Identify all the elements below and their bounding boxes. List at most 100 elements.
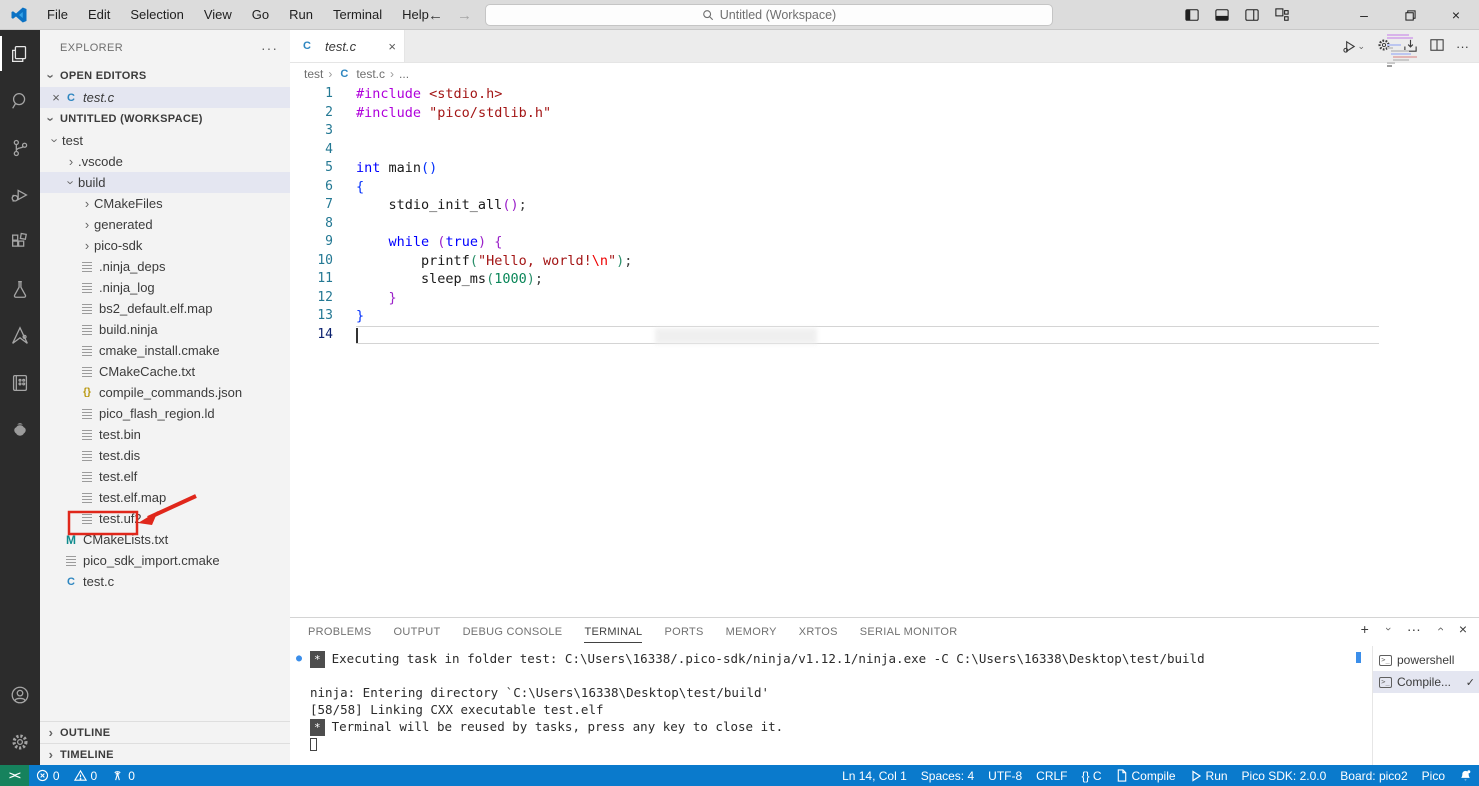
run-and-debug-icon[interactable] [0, 171, 40, 218]
raspberry-pi-icon[interactable] [0, 406, 40, 453]
status-item-compile[interactable]: Compile [1109, 765, 1183, 786]
settings-gear-icon[interactable] [0, 718, 40, 765]
toggle-panel-icon[interactable] [1215, 8, 1229, 22]
tree-folder-cmakefiles[interactable]: › CMakeFiles [40, 193, 290, 214]
status-item-pico-sdk-2-0-0[interactable]: Pico SDK: 2.0.0 [1235, 765, 1334, 786]
code-line-3[interactable]: 3 [290, 122, 1479, 141]
tree-file-pico-sdk-import-cmake[interactable]: pico_sdk_import.cmake [40, 550, 290, 571]
code-line-10[interactable]: 10 printf("Hello, world!\n"); [290, 252, 1479, 271]
panel-tab-serial-monitor[interactable]: SERIAL MONITOR [860, 621, 958, 643]
minimize-button[interactable]: – [1341, 0, 1387, 30]
extensions-icon[interactable] [0, 218, 40, 265]
tree-file-pico-flash-region-ld[interactable]: pico_flash_region.ld [40, 403, 290, 424]
tree-file-test-c[interactable]: Ctest.c [40, 571, 290, 592]
status-item-pico[interactable]: Pico [1415, 765, 1452, 786]
code-line-6[interactable]: 6{ [290, 178, 1479, 197]
panel-tab-xrtos[interactable]: XRTOS [799, 621, 838, 643]
maximize-panel-icon[interactable]: › [1433, 622, 1447, 636]
status-item-0[interactable]: 0 [104, 765, 142, 786]
tree-file--ninja-deps[interactable]: .ninja_deps [40, 256, 290, 277]
explorer-icon[interactable] [0, 30, 40, 77]
tree-file-test-elf-map[interactable]: test.elf.map [40, 487, 290, 508]
tab-close-icon[interactable]: × [388, 39, 396, 54]
tree-folder--vscode[interactable]: › .vscode [40, 151, 290, 172]
code-line-8[interactable]: 8 [290, 215, 1479, 234]
code-line-2[interactable]: 2 #include "pico/stdlib.h" [290, 104, 1479, 123]
customize-layout-icon[interactable] [1275, 8, 1289, 22]
tree-file-compile-commands-json[interactable]: {} compile_commands.json [40, 382, 290, 403]
code-editor[interactable]: 1 #include <stdio.h> 2 #include "pico/stdli… [290, 85, 1479, 617]
accounts-icon[interactable] [0, 671, 40, 718]
code-line-9[interactable]: 9 while (true) { [290, 233, 1479, 252]
menu-view[interactable]: View [195, 4, 241, 25]
terminal-dropdown-icon[interactable]: › [1382, 622, 1394, 636]
menu-edit[interactable]: Edit [79, 4, 119, 25]
breadcrumb[interactable]: test › C test.c › ... [290, 63, 1479, 85]
terminal-instance-compile-[interactable]: >_ Compile... ✓ [1373, 671, 1479, 693]
terminal-output[interactable]: ● * Executing task in folder test: C:\User… [290, 646, 1355, 765]
timeline-section[interactable]: › TIMELINE [40, 743, 290, 765]
code-line-1[interactable]: 1 #include <stdio.h> [290, 85, 1479, 104]
restore-button[interactable] [1387, 0, 1433, 30]
panel-tab-ports[interactable]: PORTS [664, 621, 703, 643]
tree-folder-pico-sdk[interactable]: › pico-sdk [40, 235, 290, 256]
cmake-icon[interactable] [0, 312, 40, 359]
menu-file[interactable]: File [38, 4, 77, 25]
remote-indicator[interactable]: >< [0, 765, 29, 786]
status-item-0[interactable]: 0 [67, 765, 105, 786]
status-item--c[interactable]: {} C [1075, 765, 1109, 786]
code-line-12[interactable]: 12 } [290, 289, 1479, 308]
code-line-7[interactable]: 7 stdio_init_all(); [290, 196, 1479, 215]
panel-more-actions[interactable]: ··· [1407, 621, 1421, 637]
panel-tab-problems[interactable]: PROBLEMS [308, 621, 372, 643]
status-item-utf-8[interactable]: UTF-8 [981, 765, 1029, 786]
tree-file-test-bin[interactable]: test.bin [40, 424, 290, 445]
open-editor-item[interactable]: × Ctest.c [40, 87, 290, 108]
status-item-bell[interactable] [1452, 765, 1479, 786]
run-or-debug-button[interactable]: ⌄ [1342, 39, 1365, 54]
explorer-more-actions[interactable]: ··· [261, 40, 278, 56]
outline-section[interactable]: › OUTLINE [40, 721, 290, 743]
status-item-crlf[interactable]: CRLF [1029, 765, 1074, 786]
tree-folder-build[interactable]: › build [40, 172, 290, 193]
split-editor-icon[interactable] [1430, 38, 1444, 55]
code-line-11[interactable]: 11 sleep_ms(1000); [290, 270, 1479, 289]
open-editors-section[interactable]: › OPEN EDITORS [40, 65, 290, 87]
tree-file-cmakecache-txt[interactable]: CMakeCache.txt [40, 361, 290, 382]
menu-terminal[interactable]: Terminal [324, 4, 391, 25]
tree-file-cmake-install-cmake[interactable]: cmake_install.cmake [40, 340, 290, 361]
status-item-0[interactable]: 0 [29, 765, 67, 786]
workspace-section[interactable]: › UNTITLED (WORKSPACE) [40, 108, 290, 130]
tab-test-c[interactable]: C test.c × [290, 30, 405, 62]
minimap[interactable] [1387, 34, 1417, 68]
search-icon[interactable] [0, 77, 40, 124]
close-panel-icon[interactable]: × [1459, 621, 1467, 637]
testing-icon[interactable] [0, 265, 40, 312]
tree-file-test-dis[interactable]: test.dis [40, 445, 290, 466]
code-line-13[interactable]: 13} [290, 307, 1479, 326]
forward-arrow-icon[interactable]: → [457, 7, 472, 24]
menu-run[interactable]: Run [280, 4, 322, 25]
editor-more-actions[interactable]: ··· [1456, 39, 1469, 54]
panel-tab-debug-console[interactable]: DEBUG CONSOLE [463, 621, 563, 643]
peripheral-notebook-icon[interactable] [0, 359, 40, 406]
source-control-icon[interactable] [0, 124, 40, 171]
status-item-board-pico2[interactable]: Board: pico2 [1333, 765, 1414, 786]
code-line-5[interactable]: 5 int main() [290, 159, 1479, 178]
status-item-run[interactable]: Run [1183, 765, 1235, 786]
tree-file-test-uf2[interactable]: test.uf2 [40, 508, 290, 529]
tree-file-bs2-default-elf-map[interactable]: bs2_default.elf.map [40, 298, 290, 319]
status-item-ln-14-col-1[interactable]: Ln 14, Col 1 [835, 765, 914, 786]
back-arrow-icon[interactable]: ← [428, 7, 443, 24]
toggle-secondary-sidebar-icon[interactable] [1245, 8, 1259, 22]
toggle-sidebar-icon[interactable] [1185, 8, 1199, 22]
tree-file-cmakelists-txt[interactable]: M CMakeLists.txt [40, 529, 290, 550]
menu-go[interactable]: Go [243, 4, 278, 25]
tree-folder-test[interactable]: › test [40, 130, 290, 151]
code-line-14[interactable]: 14 [290, 325, 1479, 344]
new-terminal-icon[interactable]: + [1361, 621, 1369, 637]
status-item-spaces-4[interactable]: Spaces: 4 [914, 765, 981, 786]
code-line-4[interactable]: 4 [290, 141, 1479, 160]
menu-selection[interactable]: Selection [121, 4, 192, 25]
panel-tab-output[interactable]: OUTPUT [394, 621, 441, 643]
